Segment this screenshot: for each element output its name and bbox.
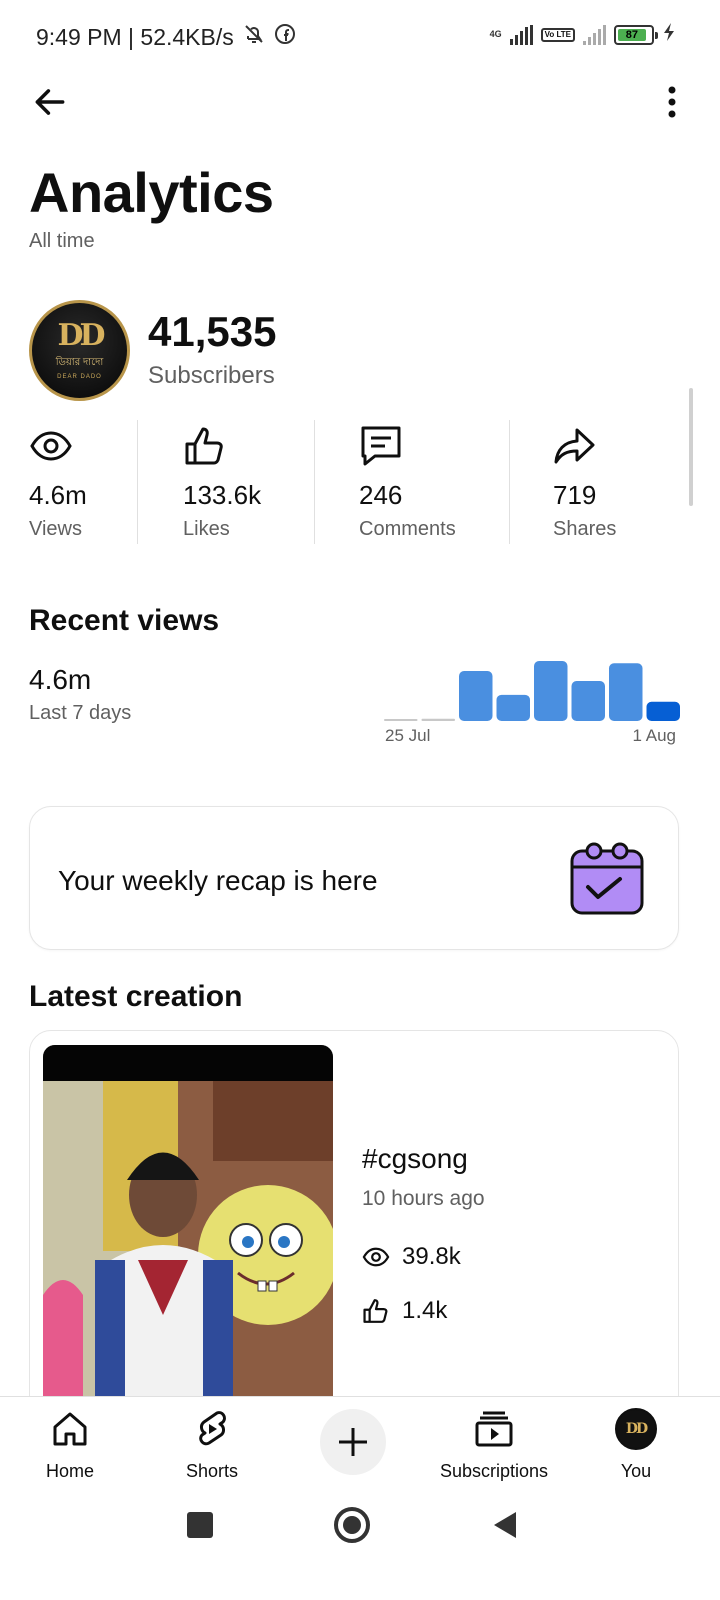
status-right: 4G Vo LTE 87 bbox=[490, 22, 676, 47]
chart-bar bbox=[534, 661, 568, 721]
more-options-button[interactable] bbox=[652, 78, 692, 126]
nav-shorts[interactable]: Shorts bbox=[142, 1407, 282, 1487]
stat-value: 133.6k bbox=[183, 480, 262, 510]
video-likes: 1.4k bbox=[362, 1297, 447, 1325]
video-thumbnail[interactable] bbox=[43, 1045, 333, 1415]
stat-value: 4.6m bbox=[29, 480, 87, 510]
stat-divider bbox=[509, 420, 510, 544]
network-type-label: 4G bbox=[489, 29, 502, 39]
share-icon bbox=[554, 428, 595, 464]
charging-icon bbox=[662, 22, 676, 47]
nav-subscriptions[interactable]: Subscriptions bbox=[424, 1407, 564, 1487]
nav-home[interactable]: Home bbox=[0, 1407, 140, 1487]
back-button[interactable] bbox=[26, 78, 74, 126]
subscribers-count: 41,535 bbox=[148, 308, 277, 355]
nav-home-label: Home bbox=[45, 1461, 94, 1481]
channel-avatar[interactable]: DD ডিয়ার দাদো DEAR DADO bbox=[29, 300, 130, 401]
more-vertical-icon bbox=[668, 86, 676, 118]
chart-bar bbox=[421, 718, 455, 721]
calendar-check-icon bbox=[570, 842, 644, 915]
stat-value: 246 bbox=[359, 480, 403, 510]
recent-views-period: Last 7 days bbox=[29, 702, 132, 724]
recent-views-title: Recent views bbox=[29, 604, 220, 637]
page-title: Analytics bbox=[29, 161, 274, 224]
weekly-recap-card[interactable]: Your weekly recap is here bbox=[29, 806, 679, 950]
home-icon bbox=[48, 1407, 92, 1451]
stat-divider bbox=[137, 420, 138, 544]
thumbs-up-icon bbox=[185, 427, 223, 465]
stat-label: Views bbox=[29, 518, 82, 540]
avatar-name: ডিয়ার দাদো bbox=[55, 357, 104, 368]
back-system-button[interactable] bbox=[492, 1510, 518, 1545]
chart-x-end-label: 1 Aug bbox=[632, 726, 677, 745]
shorts-icon bbox=[190, 1407, 234, 1451]
page-subtitle: All time bbox=[29, 230, 95, 252]
home-system-button[interactable] bbox=[334, 1507, 370, 1543]
eye-icon bbox=[362, 1247, 390, 1267]
nav-you-label: You bbox=[620, 1461, 652, 1481]
stat-label: Likes bbox=[183, 518, 230, 540]
create-button[interactable] bbox=[320, 1409, 386, 1475]
stats-row: 4.6m Views 133.6k Likes 246 Comments 719… bbox=[29, 420, 679, 546]
chart-bar bbox=[609, 663, 643, 721]
video-views: 39.8k bbox=[362, 1243, 461, 1271]
recent-apps-button[interactable] bbox=[187, 1512, 213, 1538]
avatar-logo: DD bbox=[57, 318, 105, 353]
chart-bar bbox=[496, 694, 530, 721]
stat-value: 719 bbox=[553, 480, 597, 510]
chart-bar bbox=[384, 719, 418, 721]
stat-label: Comments bbox=[359, 518, 456, 540]
recap-text: Your weekly recap is here bbox=[58, 865, 378, 896]
home-dot-icon bbox=[343, 1516, 361, 1534]
latest-creation-card[interactable]: #cgsong 10 hours ago 39.8k 1.4k bbox=[29, 1030, 679, 1450]
avatar-name-en: DEAR DADO bbox=[57, 374, 102, 380]
chart-x-start-label: 25 Jul bbox=[385, 726, 431, 745]
arrow-back-icon bbox=[35, 89, 65, 115]
signal-secondary-icon bbox=[583, 24, 606, 45]
system-navigation-bar bbox=[0, 1492, 720, 1600]
battery-level: 87 bbox=[618, 28, 646, 41]
you-avatar-wrap: DD bbox=[614, 1407, 658, 1451]
thumbnail-image bbox=[43, 1045, 333, 1415]
mute-bell-icon bbox=[242, 22, 266, 52]
nav-subscriptions-label: Subscriptions bbox=[439, 1461, 549, 1481]
video-title[interactable]: #cgsong bbox=[362, 1143, 468, 1175]
battery-icon: 87 bbox=[614, 24, 658, 45]
signal-icon bbox=[509, 24, 533, 45]
top-bar bbox=[0, 72, 720, 128]
nav-shorts-label: Shorts bbox=[185, 1461, 239, 1481]
stat-label: Shares bbox=[553, 518, 617, 540]
subscribers-label: Subscribers bbox=[148, 362, 275, 389]
facebook-icon bbox=[274, 23, 296, 51]
status-time-speed: 9:49 PM | 52.4KB/s bbox=[36, 23, 234, 50]
chart-bar bbox=[571, 681, 605, 721]
recent-views-value: 4.6m bbox=[29, 664, 92, 695]
chart-bar bbox=[646, 701, 680, 721]
status-left: 9:49 PM | 52.4KB/s bbox=[36, 22, 296, 52]
stat-divider bbox=[314, 420, 315, 544]
status-bar: 9:49 PM | 52.4KB/s 4G Vo LTE 87 bbox=[0, 0, 720, 72]
scrollbar-thumb[interactable] bbox=[689, 388, 693, 506]
video-views-value: 39.8k bbox=[402, 1243, 461, 1270]
bottom-navigation: Home Shorts Subscriptions DD You bbox=[0, 1396, 720, 1492]
chart-bar bbox=[459, 671, 493, 721]
triangle-back-icon bbox=[494, 1512, 516, 1538]
eye-icon bbox=[30, 431, 72, 461]
latest-creation-title: Latest creation bbox=[29, 980, 243, 1013]
you-avatar: DD bbox=[615, 1408, 657, 1450]
nav-you[interactable]: DD You bbox=[566, 1407, 706, 1487]
thumbs-up-icon bbox=[363, 1299, 388, 1323]
video-age: 10 hours ago bbox=[362, 1187, 485, 1210]
you-avatar-logo: DD bbox=[625, 1421, 648, 1437]
video-likes-value: 1.4k bbox=[402, 1297, 448, 1324]
comment-icon bbox=[361, 426, 401, 466]
volte-label: Vo LTE bbox=[540, 27, 575, 42]
subscriptions-icon bbox=[472, 1407, 516, 1451]
plus-icon bbox=[339, 1428, 367, 1456]
